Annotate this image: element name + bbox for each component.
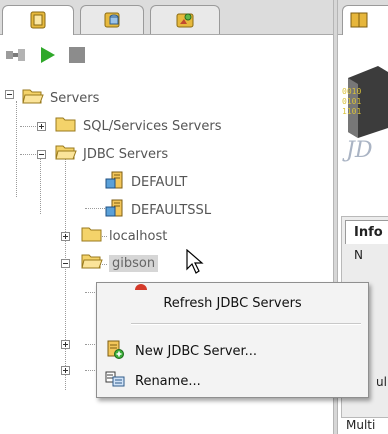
expand-localhost-toggle[interactable] bbox=[61, 232, 70, 241]
tab-databases[interactable] bbox=[80, 5, 144, 34]
tree-label: localhost bbox=[109, 228, 168, 244]
expand-sql-services-toggle[interactable] bbox=[37, 122, 46, 131]
field-label-multi: Multi bbox=[346, 418, 376, 432]
folder-open-icon bbox=[55, 143, 77, 165]
tree-node-servers[interactable]: Servers bbox=[22, 87, 99, 109]
tree-node-sql-services[interactable]: SQL/Services Servers bbox=[55, 115, 221, 137]
stop-icon[interactable] bbox=[68, 46, 86, 68]
tree-node-jdbc-servers[interactable]: JDBC Servers bbox=[55, 143, 168, 165]
info-tab-label: Info bbox=[354, 225, 383, 240]
svg-text:0101: 0101 bbox=[342, 97, 361, 106]
tab-info[interactable]: Info bbox=[345, 220, 388, 244]
connect-icon[interactable] bbox=[5, 45, 27, 69]
expand-hidden-node-toggle[interactable] bbox=[61, 366, 70, 375]
menu-separator bbox=[131, 323, 361, 325]
svg-text:0010: 0010 bbox=[342, 87, 361, 96]
menu-item-label: Rename... bbox=[135, 373, 201, 389]
tree-node-defaultssl[interactable]: DEFAULTSSL bbox=[105, 199, 211, 221]
error-status-icon bbox=[134, 279, 148, 294]
resources-tab-icon bbox=[175, 10, 195, 34]
tree-label: gibson bbox=[109, 254, 159, 272]
folder-icon bbox=[55, 115, 77, 137]
jdbc-logo-text: JD bbox=[346, 138, 373, 163]
folder-open-icon bbox=[22, 87, 44, 109]
svg-text:1101: 1101 bbox=[342, 107, 361, 116]
collapse-servers-toggle[interactable] bbox=[5, 90, 14, 99]
rename-icon bbox=[105, 369, 127, 393]
play-icon[interactable] bbox=[38, 45, 58, 69]
menu-item-label: New JDBC Server... bbox=[135, 343, 258, 359]
tree-label: DEFAULTSSL bbox=[131, 202, 212, 218]
menu-item-label: Refresh JDBC Servers bbox=[163, 295, 302, 311]
server-icon bbox=[105, 170, 125, 194]
tree-node-localhost[interactable]: localhost bbox=[81, 225, 167, 247]
tree-node-gibson[interactable]: gibson bbox=[81, 252, 159, 274]
menu-item-new-jdbc-server[interactable]: New JDBC Server... bbox=[99, 337, 366, 365]
tree-label: DEFAULT bbox=[131, 174, 188, 190]
explorer-tab-strip bbox=[0, 0, 333, 35]
collapse-jdbc-toggle[interactable] bbox=[37, 150, 46, 159]
book-icon bbox=[349, 10, 369, 34]
field-label-name: N bbox=[354, 248, 363, 262]
tree-label: SQL/Services Servers bbox=[83, 118, 222, 134]
tree-node-default[interactable]: DEFAULT bbox=[105, 171, 187, 193]
new-server-icon bbox=[105, 339, 127, 363]
tab-servers[interactable] bbox=[2, 5, 74, 35]
tree-label: JDBC Servers bbox=[83, 146, 169, 162]
context-menu: Refresh JDBC Servers New JDBC Server... … bbox=[96, 282, 369, 398]
field-label-partial: ul bbox=[376, 375, 387, 389]
servers-tab-icon bbox=[28, 10, 48, 34]
database-tab-icon bbox=[102, 10, 122, 34]
folder-open-icon bbox=[81, 252, 103, 274]
tree-label: Servers bbox=[50, 90, 100, 106]
explorer-toolbar bbox=[0, 35, 333, 75]
menu-item-rename[interactable]: Rename... bbox=[99, 367, 366, 395]
server-icon bbox=[105, 198, 125, 222]
details-tab-strip bbox=[338, 0, 388, 35]
folder-icon bbox=[81, 225, 103, 247]
collapse-gibson-toggle[interactable] bbox=[61, 259, 70, 268]
tab-resources[interactable] bbox=[150, 5, 220, 34]
tab-details[interactable] bbox=[342, 5, 388, 35]
mouse-cursor-icon bbox=[186, 248, 206, 279]
expand-hidden-node-toggle[interactable] bbox=[61, 340, 70, 349]
